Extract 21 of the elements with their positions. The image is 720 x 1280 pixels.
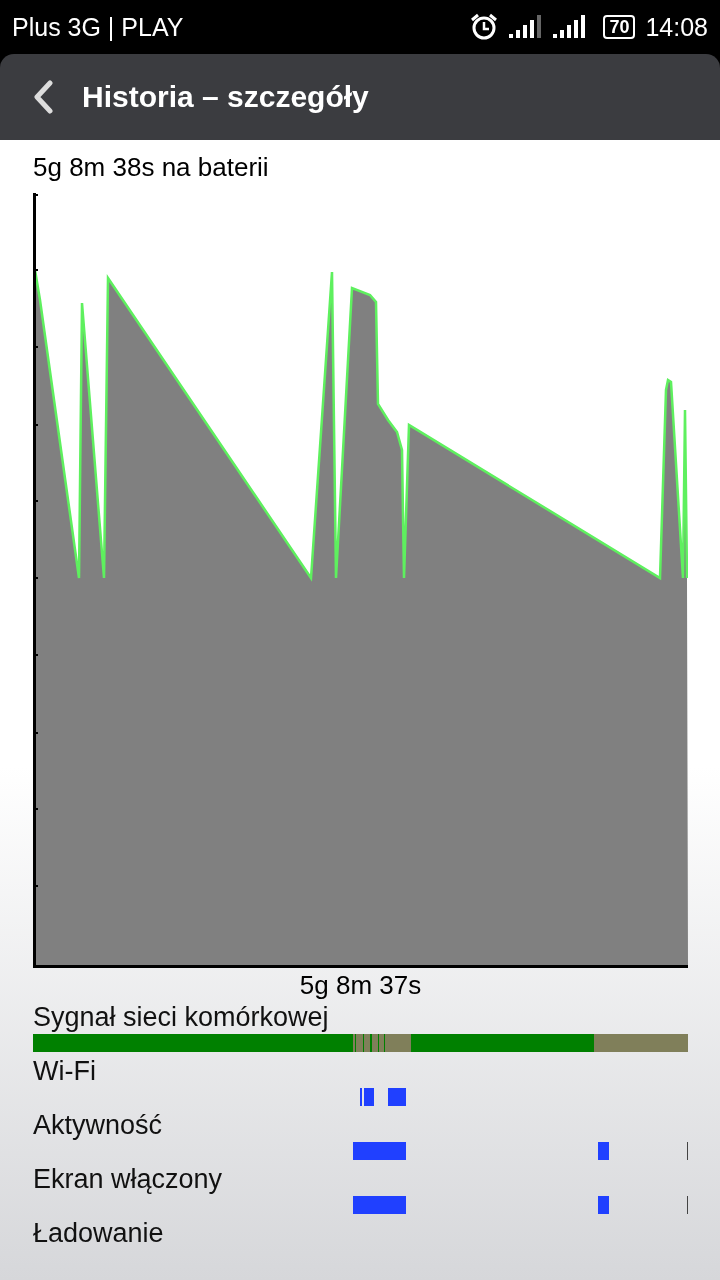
battery-duration: 5g 8m 38s na baterii <box>33 151 270 184</box>
signal-icon <box>509 15 544 39</box>
timeline-label: Wi-Fi <box>33 1055 97 1088</box>
activity-segment <box>353 1196 406 1214</box>
battery-indicator: 70 <box>603 15 636 39</box>
carrier-name: Plus 3G | PLAY <box>12 12 184 42</box>
timeline-label: Aktywność <box>33 1109 164 1142</box>
back-icon[interactable] <box>32 80 54 114</box>
clock: 14:08 <box>645 12 708 42</box>
timeline-label: Ekran włączony <box>33 1163 224 1196</box>
signal-icon <box>553 15 588 39</box>
elapsed-time: 5g 8m 37s <box>298 970 423 1000</box>
activity-segment <box>598 1142 609 1160</box>
screen-title: Historia – szczegóły <box>82 80 369 114</box>
alarm-icon <box>469 12 500 42</box>
timeline-label: Ładowanie <box>33 1217 165 1250</box>
activity-segment <box>364 1088 374 1106</box>
activity-segment <box>353 1142 406 1160</box>
activity-segment <box>388 1088 406 1106</box>
timeline-label: Sygnał sieci komórkowej <box>33 1001 330 1034</box>
activity-segment <box>598 1196 609 1214</box>
